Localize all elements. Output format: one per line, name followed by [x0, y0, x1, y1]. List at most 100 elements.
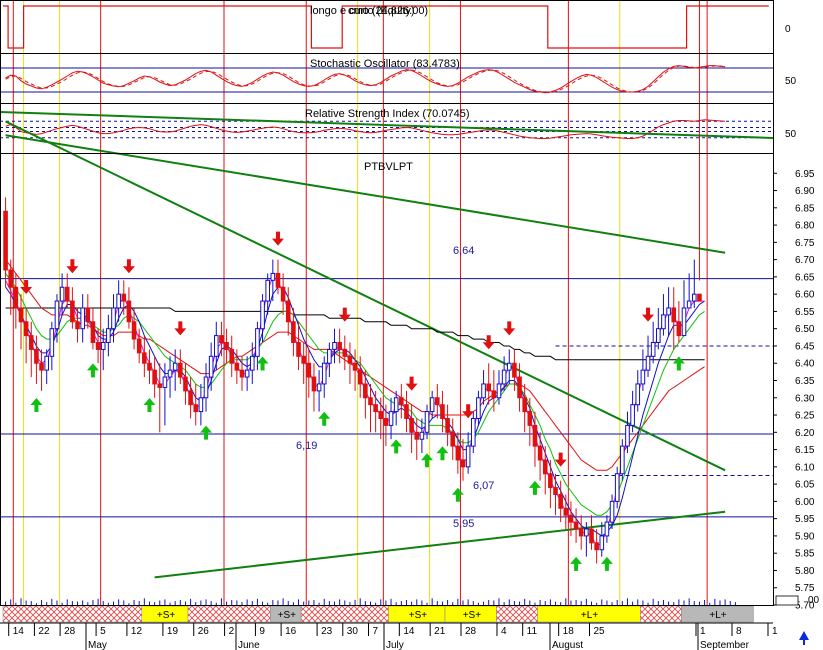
candle-body — [614, 473, 620, 502]
band-label: +L+ — [581, 610, 598, 621]
candle-body — [270, 272, 276, 281]
band-label: +S+ — [409, 610, 428, 621]
candle-body — [95, 342, 101, 350]
candle-body — [106, 328, 111, 344]
candle-body — [203, 376, 209, 399]
candle-body — [111, 307, 116, 330]
price-ytick-label: 6.30 — [795, 393, 815, 404]
candle-body — [239, 369, 245, 378]
equity-ytick: 0 — [785, 24, 791, 35]
candle-body — [686, 300, 692, 309]
candle-body — [537, 445, 543, 461]
candle-body — [465, 445, 471, 468]
candle-body — [393, 397, 399, 413]
candle-body — [296, 342, 301, 357]
x-day-label: 1 — [700, 626, 706, 637]
candle-body — [440, 404, 445, 419]
candle-body — [558, 493, 563, 509]
price-ytick-label: 6.45 — [795, 341, 815, 352]
candle-body — [327, 348, 332, 364]
candle-body — [476, 397, 481, 419]
x-month-label: September — [700, 640, 750, 650]
level-label-6-07: 6,07 — [473, 480, 494, 492]
candle-body — [409, 417, 414, 433]
x-month-label: June — [238, 640, 260, 650]
candle-body — [13, 286, 19, 309]
candle-body — [188, 390, 193, 406]
stochastic-panel-title: Stochastic Oscillator (83.4783) — [310, 58, 460, 70]
candle-body — [512, 362, 517, 378]
candle-body — [578, 528, 584, 537]
candle-body — [645, 355, 651, 371]
candle-body — [594, 542, 599, 551]
candle-body — [18, 307, 24, 323]
candle-body — [470, 417, 476, 447]
candle-body — [532, 424, 538, 447]
candle-body — [193, 404, 199, 413]
candle-body — [275, 272, 281, 288]
level-label-5-95: 5,95 — [453, 518, 474, 530]
candle-body — [584, 528, 589, 537]
candle-body — [568, 514, 574, 523]
price-ytick-label: 6.40 — [795, 359, 815, 370]
candle-body — [44, 355, 49, 371]
candle-body — [563, 507, 569, 516]
candle-body — [399, 397, 404, 406]
candle-body — [650, 342, 656, 357]
candle-body — [157, 383, 163, 388]
candle-body — [75, 321, 80, 330]
price-ytick-label: 6.95 — [795, 169, 815, 180]
price-ytick-label: 6.20 — [795, 428, 815, 439]
candle-body — [198, 397, 204, 413]
x-month-label: May — [88, 640, 107, 650]
x-day-label: 12 — [131, 626, 143, 637]
candle-body — [496, 383, 502, 399]
candle-body — [486, 383, 492, 392]
candle-body — [435, 397, 440, 406]
candle-body — [630, 404, 635, 426]
candle-body — [450, 431, 456, 447]
price-ytick-label: 6.60 — [795, 290, 815, 301]
price-chart: 0 50 50 6.95 6.90 6.85 6.80 6.75 6.70 6.65 6.60… — [0, 0, 823, 650]
equity-panel-title-overlay: cmo (24,826.00) — [348, 5, 428, 17]
rsi-ytick: 50 — [785, 129, 797, 140]
x-day-label: 16 — [285, 626, 297, 637]
candle-body — [54, 300, 60, 330]
candle-body — [321, 362, 327, 385]
price-panel-title: PTBVLPT — [364, 161, 413, 173]
candle-body — [28, 335, 34, 350]
candle-body — [491, 390, 497, 399]
price-ytick-label: 6.85 — [795, 203, 815, 214]
price-ytick-label: 6.35 — [795, 376, 815, 387]
candle-body — [666, 307, 671, 316]
x-month-label: July — [386, 640, 404, 650]
candle-body — [255, 328, 260, 357]
x-day-label: 14 — [403, 626, 415, 637]
candle-body — [224, 342, 229, 350]
candle-body — [183, 376, 188, 392]
candle-body — [455, 445, 461, 461]
price-ytick-label: 6.05 — [795, 480, 815, 491]
candle-body — [445, 417, 450, 433]
candle-body — [208, 355, 214, 378]
candle-body — [162, 376, 168, 388]
volume-label: 00 — [808, 595, 820, 606]
x-day-label: 5 — [100, 626, 106, 637]
band-segment-hatch — [496, 605, 538, 623]
candle-body — [337, 342, 342, 350]
x-day-label: 23 — [321, 626, 333, 637]
candle-body — [39, 362, 44, 371]
candle-body — [661, 314, 666, 330]
candle-body — [291, 321, 296, 344]
candle-body — [260, 300, 265, 330]
candle-body — [363, 383, 368, 399]
candle-body — [80, 307, 85, 330]
candle-body — [23, 321, 29, 337]
candle-body — [152, 369, 157, 385]
candle-body — [589, 528, 594, 544]
x-day-label: 28 — [465, 626, 477, 637]
price-ytick-label: 6.75 — [795, 238, 815, 249]
candle-body — [229, 348, 235, 364]
candle-body — [553, 487, 558, 495]
candle-body — [316, 383, 322, 392]
